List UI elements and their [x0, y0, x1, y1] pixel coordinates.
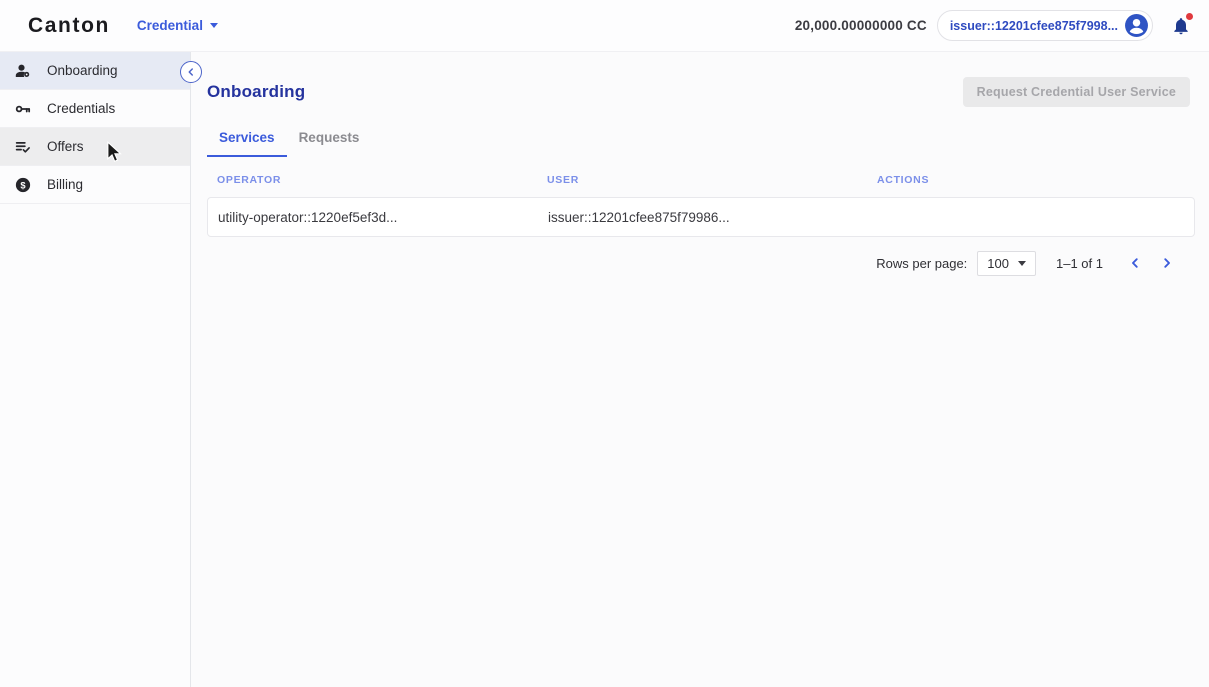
page-title: Onboarding	[207, 82, 305, 102]
sidebar-nav: Onboarding Credentials Offers	[0, 52, 191, 687]
notification-dot	[1186, 13, 1193, 20]
key-icon	[14, 100, 32, 118]
billing-dollar-icon: $	[14, 176, 32, 194]
sidebar-item-label: Offers	[47, 139, 84, 154]
main-content: Onboarding Request Credential User Servi…	[192, 52, 1209, 687]
column-header-actions: ACTIONS	[877, 174, 1185, 186]
chevron-right-icon	[1160, 256, 1174, 270]
chevron-left-icon	[1128, 256, 1142, 270]
tab-requests[interactable]: Requests	[287, 122, 372, 157]
sidebar-item-credentials[interactable]: Credentials	[0, 90, 190, 128]
column-header-operator: OPERATOR	[217, 174, 547, 186]
pagination-bar: Rows per page: 100 1–1 of 1	[207, 249, 1183, 277]
table-row: utility-operator::1220ef5ef3d... issuer:…	[207, 197, 1195, 237]
sidebar-item-label: Billing	[47, 177, 83, 192]
chevron-left-icon	[185, 66, 197, 78]
user-cell: issuer::12201cfee875f79986...	[548, 210, 878, 225]
onboarding-badge-icon	[14, 62, 32, 80]
caret-down-icon	[210, 23, 218, 28]
page-range-text: 1–1 of 1	[1056, 256, 1103, 271]
sidebar-item-billing[interactable]: $ Billing	[0, 166, 190, 204]
sidebar-item-label: Onboarding	[47, 63, 118, 78]
tab-services[interactable]: Services	[207, 122, 287, 157]
party-id-chip[interactable]: issuer::12201cfee875f7998...	[937, 10, 1153, 41]
header-right-group: 20,000.00000000 CC issuer::12201cfee875f…	[795, 10, 1195, 41]
next-page-button[interactable]	[1151, 249, 1183, 277]
sidebar-item-onboarding[interactable]: Onboarding	[0, 52, 190, 90]
rows-per-page-label: Rows per page:	[876, 256, 967, 271]
sidebar-collapse-button[interactable]	[180, 61, 202, 83]
rows-per-page-value: 100	[987, 256, 1009, 271]
canton-logo: Canton	[28, 14, 110, 38]
services-table: OPERATOR USER ACTIONS utility-operator::…	[207, 174, 1195, 277]
balance-amount: 20,000.00000000 CC	[795, 18, 927, 33]
account-avatar-icon	[1124, 13, 1149, 38]
previous-page-button[interactable]	[1119, 249, 1151, 277]
request-credential-user-service-button[interactable]: Request Credential User Service	[963, 77, 1190, 107]
column-header-user: USER	[547, 174, 877, 186]
party-id-text: issuer::12201cfee875f7998...	[950, 19, 1118, 33]
sidebar-item-label: Credentials	[47, 101, 115, 116]
tab-bar: Services Requests	[207, 122, 1209, 157]
notifications-button[interactable]	[1167, 12, 1195, 40]
caret-down-icon	[1018, 261, 1026, 266]
table-header-row: OPERATOR USER ACTIONS	[207, 174, 1195, 186]
sidebar-item-offers[interactable]: Offers	[0, 128, 190, 166]
rows-per-page-select[interactable]: 100	[977, 251, 1036, 276]
top-app-bar: Canton Credential 20,000.00000000 CC iss…	[0, 0, 1209, 52]
operator-cell: utility-operator::1220ef5ef3d...	[218, 210, 548, 225]
svg-text:$: $	[20, 180, 26, 190]
offers-checklist-icon	[14, 138, 32, 156]
app-selector-dropdown[interactable]: Credential	[137, 18, 218, 33]
app-selector-label: Credential	[137, 18, 203, 33]
